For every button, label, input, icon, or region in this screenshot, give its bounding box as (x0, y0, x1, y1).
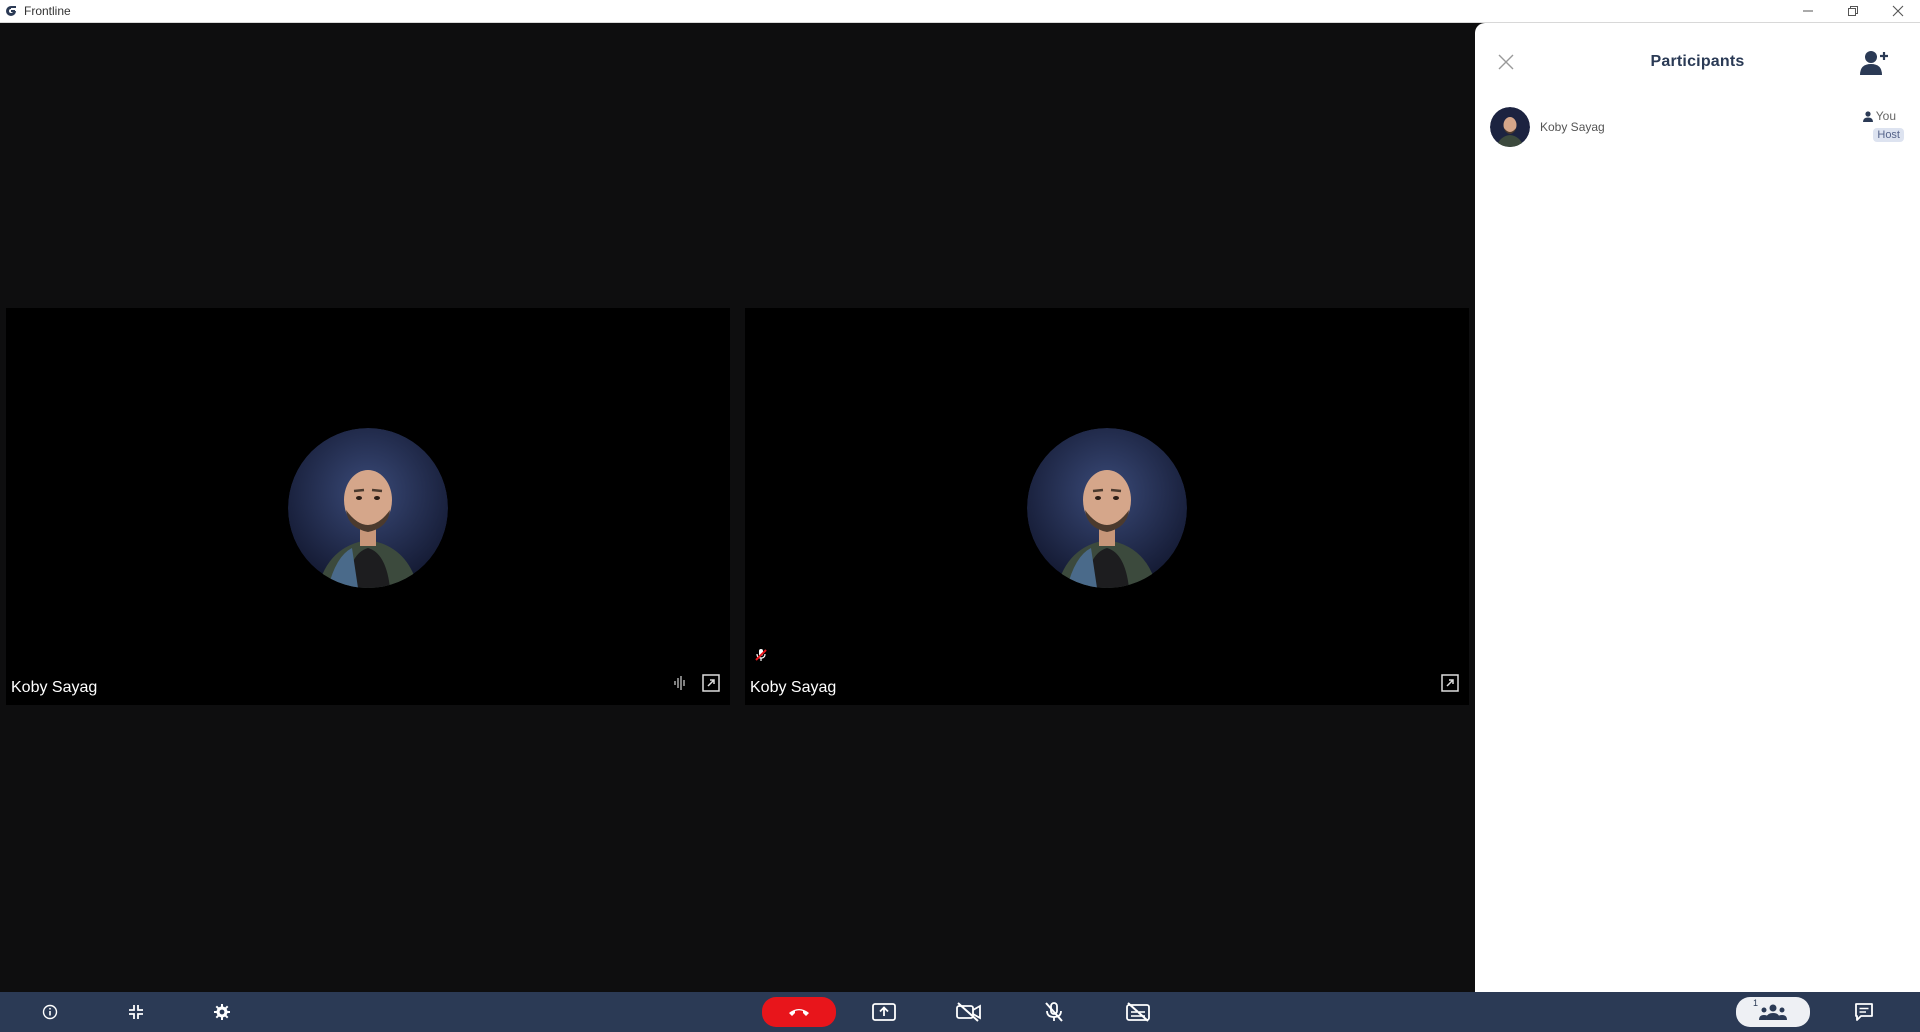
add-participant-button[interactable] (1860, 49, 1890, 80)
window-title: Frontline (24, 4, 71, 18)
chat-icon (1855, 1003, 1873, 1021)
video-stage: Koby Sayag Koby Sayag (0, 23, 1475, 992)
audio-wave-icon (672, 675, 688, 696)
participants-button[interactable]: 1 (1736, 997, 1810, 1027)
video-toggle-button[interactable] (955, 998, 983, 1026)
panel-header: Participants (1475, 23, 1920, 103)
info-button[interactable] (38, 998, 62, 1026)
settings-icon (214, 1004, 230, 1020)
restore-icon (1847, 6, 1858, 16)
you-indicator: You (1862, 109, 1896, 123)
share-screen-icon (872, 1003, 896, 1021)
call-toolbar: 1 (0, 992, 1920, 1032)
caption-off-icon (1126, 1002, 1150, 1022)
share-screen-button[interactable] (871, 998, 897, 1026)
participant-name-label: Koby Sayag (750, 679, 837, 696)
host-badge: Host (1873, 128, 1904, 142)
collapse-icon (129, 1005, 143, 1019)
collapse-button[interactable] (124, 998, 148, 1026)
captions-toggle-button[interactable] (1125, 998, 1151, 1026)
participant-list-item[interactable]: Koby Sayag You Host (1490, 107, 1910, 149)
participant-count: 1 (1753, 998, 1759, 1008)
participant-name-label: Koby Sayag (11, 679, 98, 696)
close-window-button[interactable] (1875, 0, 1920, 22)
avatar (1027, 428, 1187, 588)
end-call-icon (789, 1009, 809, 1016)
mic-muted-icon (755, 648, 767, 667)
avatar (288, 428, 448, 588)
chat-button[interactable] (1852, 998, 1876, 1026)
video-tile[interactable]: Koby Sayag (745, 308, 1469, 705)
video-off-icon (956, 1002, 981, 1022)
info-icon (42, 1004, 58, 1020)
minimize-icon (1802, 10, 1813, 12)
participant-name: Koby Sayag (1540, 120, 1605, 134)
minimize-button[interactable] (1785, 0, 1830, 22)
settings-button[interactable] (210, 998, 234, 1026)
end-call-button[interactable] (762, 997, 836, 1027)
expand-icon[interactable] (1441, 674, 1459, 697)
avatar (1490, 107, 1530, 147)
restore-button[interactable] (1830, 0, 1875, 22)
app-logo (4, 4, 18, 18)
mic-toggle-button[interactable] (1041, 998, 1067, 1026)
participants-panel: Participants Koby Sayag You Host (1475, 23, 1920, 992)
you-label: You (1875, 109, 1896, 123)
person-icon (1862, 110, 1873, 122)
panel-title: Participants (1650, 53, 1745, 70)
close-icon (1892, 5, 1903, 17)
mic-off-icon (1045, 1002, 1063, 1022)
expand-icon[interactable] (702, 674, 720, 697)
add-user-icon (1860, 51, 1888, 75)
video-tile[interactable]: Koby Sayag (6, 308, 730, 705)
title-bar: Frontline (0, 0, 1920, 23)
participants-icon (1759, 1004, 1787, 1020)
